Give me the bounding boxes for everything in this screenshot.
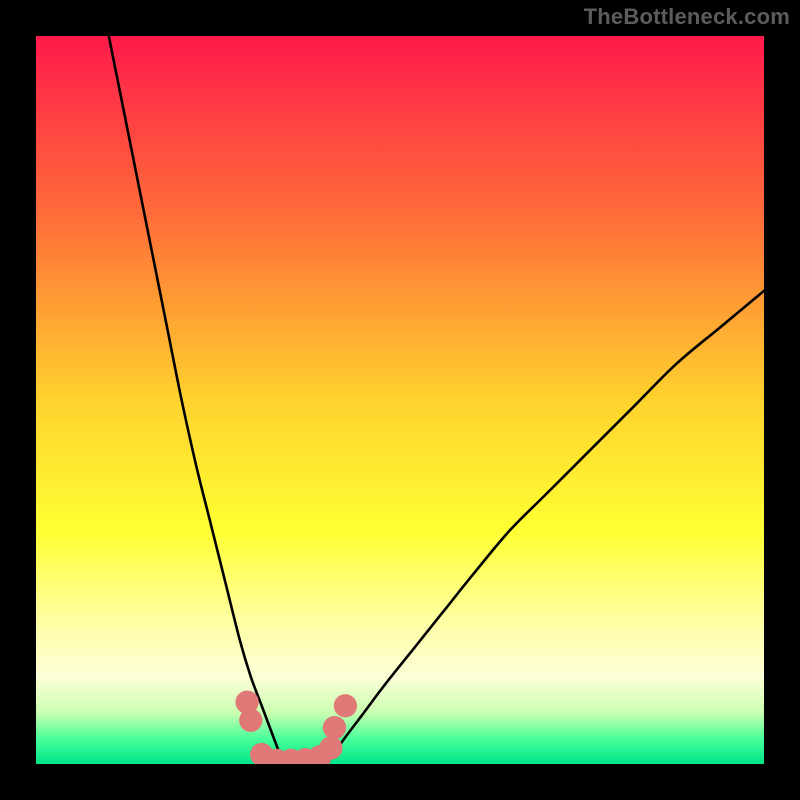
cluster-point bbox=[319, 736, 342, 759]
attribution-text: TheBottleneck.com bbox=[584, 4, 790, 30]
cluster-point bbox=[239, 709, 262, 732]
cluster-point bbox=[323, 716, 346, 739]
plot-area bbox=[36, 36, 764, 764]
cluster-point bbox=[334, 694, 357, 717]
gradient-background bbox=[36, 36, 764, 764]
chart-svg bbox=[36, 36, 764, 764]
outer-frame: TheBottleneck.com bbox=[0, 0, 800, 800]
